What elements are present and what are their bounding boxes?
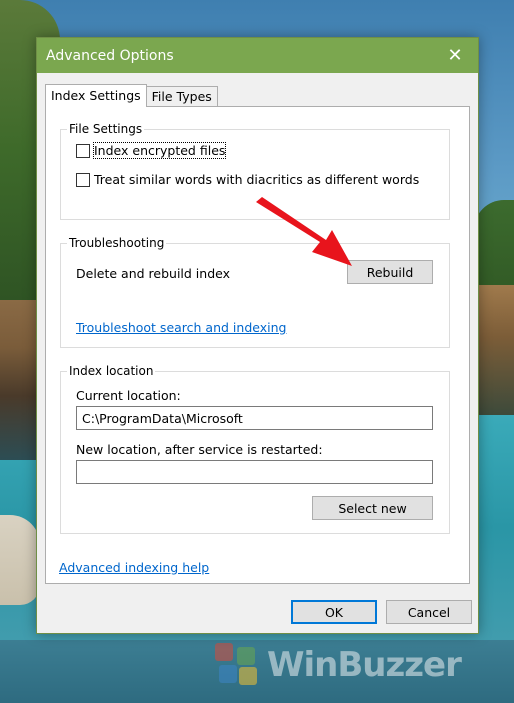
tab-file-types[interactable]: File Types	[145, 86, 218, 106]
ok-button[interactable]: OK	[291, 600, 377, 624]
diacritics-label: Treat similar words with diacritics as d…	[94, 172, 420, 187]
tab-index-settings[interactable]: Index Settings	[45, 84, 147, 107]
close-icon: ✕	[447, 45, 463, 65]
close-button[interactable]: ✕	[432, 38, 478, 73]
diacritics-option[interactable]: Treat similar words with diacritics as d…	[76, 172, 419, 187]
encrypted-files-label: Index encrypted files	[92, 142, 227, 159]
background-hut-right	[478, 285, 514, 415]
troubleshooting-title: Troubleshooting	[67, 236, 167, 250]
title-bar: Advanced Options	[37, 38, 478, 73]
cancel-button[interactable]: Cancel	[386, 600, 472, 624]
encrypted-files-checkbox[interactable]	[76, 143, 90, 158]
new-location-label: New location, after service is restarted…	[76, 442, 323, 457]
troubleshoot-link[interactable]: Troubleshoot search and indexing	[76, 320, 286, 335]
winbuzzer-logo	[215, 643, 259, 687]
file-settings-title: File Settings	[67, 122, 145, 136]
index-location-group: Index location Current location: C:\Prog…	[60, 364, 450, 534]
current-location-label: Current location:	[76, 388, 181, 403]
new-location-field[interactable]	[76, 460, 433, 484]
index-location-title: Index location	[67, 364, 156, 378]
current-location-field[interactable]: C:\ProgramData\Microsoft	[76, 406, 433, 430]
advanced-indexing-help-link[interactable]: Advanced indexing help	[59, 560, 209, 575]
background-hut-left	[0, 300, 38, 460]
watermark: WinBuzzer	[215, 640, 505, 690]
window-title: Advanced Options	[46, 47, 174, 64]
advanced-options-dialog: Advanced Options ✕ Index Settings File T…	[36, 37, 479, 634]
index-settings-panel: File Settings Index encrypted files Trea…	[45, 106, 470, 584]
rebuild-description: Delete and rebuild index	[76, 266, 230, 281]
watermark-text: WinBuzzer	[267, 645, 462, 685]
red-arrow-annotation	[256, 197, 352, 266]
diacritics-checkbox[interactable]	[76, 172, 90, 187]
tab-strip: Index Settings File Types	[45, 84, 218, 107]
encrypted-files-option[interactable]: Index encrypted files	[76, 142, 227, 159]
arrow-icon	[256, 197, 352, 266]
select-new-button[interactable]: Select new	[312, 496, 433, 520]
background-sand	[0, 515, 40, 605]
